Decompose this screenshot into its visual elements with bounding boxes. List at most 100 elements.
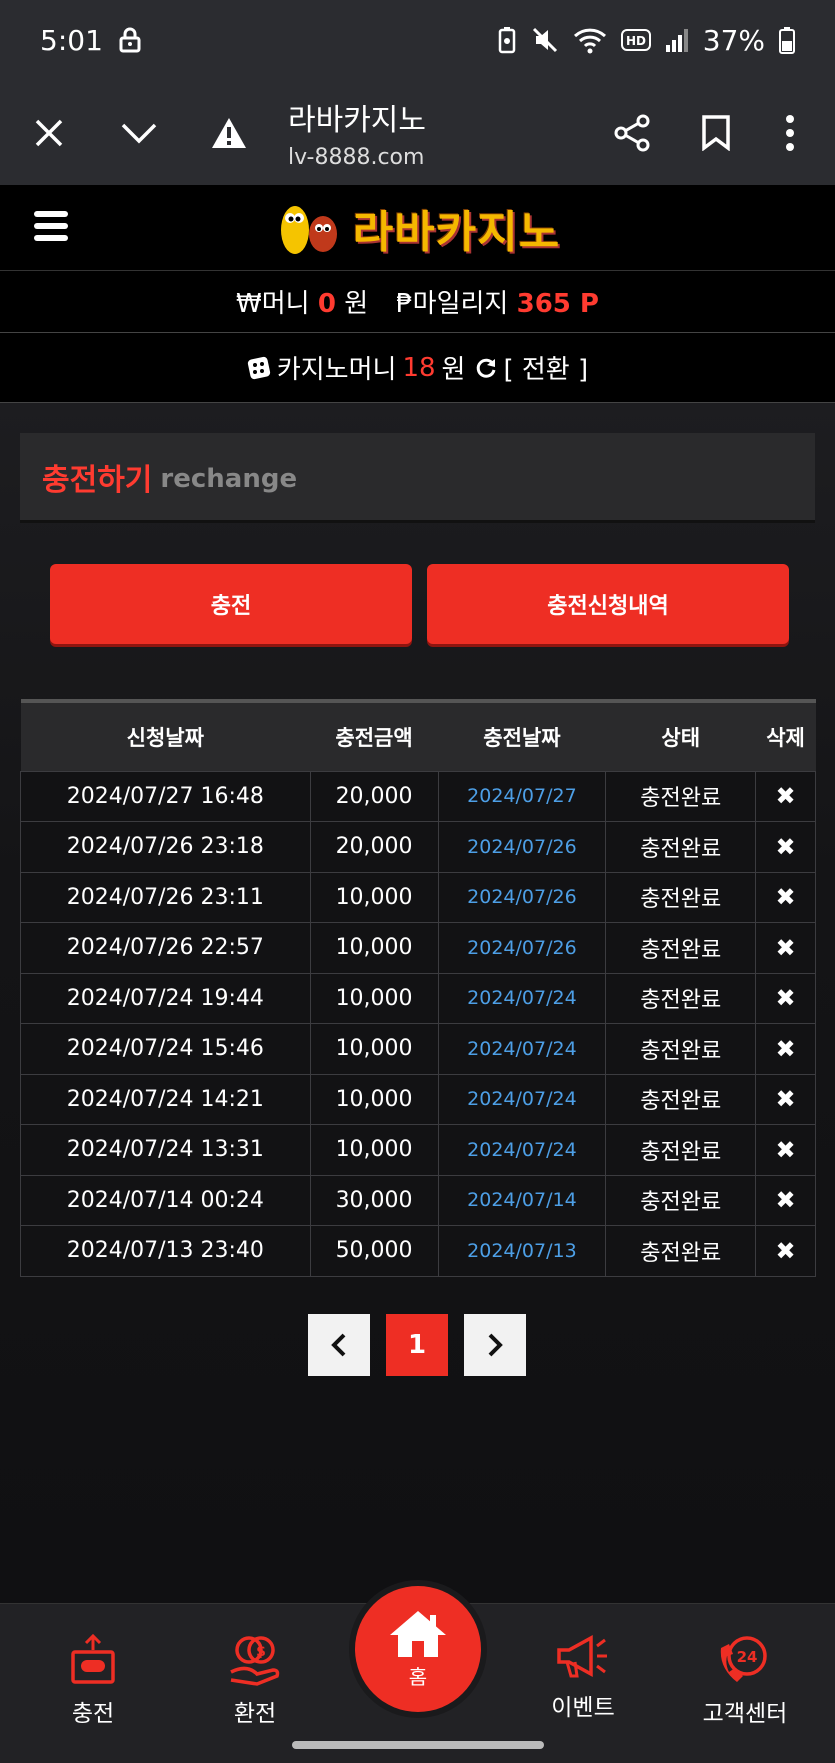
switch-button[interactable]: [ 전환 ]	[475, 349, 588, 386]
request-date-cell: 2024/07/14 00:24	[20, 1174, 311, 1226]
status-cell: 충전완료	[605, 1023, 757, 1075]
table-row: 2024/07/13 23:40 50,000 2024/07/13 충전완료 ✖	[20, 1225, 816, 1277]
delete-button[interactable]: ✖	[755, 1174, 816, 1226]
amount-cell: 20,000	[309, 821, 439, 873]
delete-button[interactable]: ✖	[755, 1023, 816, 1075]
table-row: 2024/07/26 23:18 20,000 2024/07/26 충전완료 ✖	[20, 821, 816, 873]
mileage-balance: ₱마일리지 365 P	[396, 283, 599, 320]
site-warning-button[interactable]	[194, 98, 264, 168]
balance-row: ₩머니 0 원 ₱마일리지 365 P	[0, 271, 835, 333]
charge-date-cell: 2024/07/24	[437, 1023, 607, 1075]
home-icon	[390, 1610, 446, 1657]
charge-date-cell: 2024/07/13	[437, 1225, 607, 1277]
delete-button[interactable]: ✖	[755, 821, 816, 873]
recharge-history-table: 신청날짜 충전금액 충전날짜 상태 삭제 2024/07/27 16:48 20,…	[20, 699, 816, 1277]
url-host: lv-8888.com	[288, 145, 425, 170]
nav-exchange-label: 환전	[233, 1701, 277, 1727]
money-label: ₩머니	[236, 289, 310, 319]
menu-icon[interactable]	[34, 211, 68, 241]
bottom-navigation: 충전 $ 환전 홈 이벤트 24 고객센터	[0, 1586, 835, 1763]
charge-date-cell: 2024/07/24	[437, 1073, 607, 1125]
delete-button[interactable]: ✖	[755, 871, 816, 923]
switch-label: [ 전환 ]	[503, 355, 589, 385]
casino-balance-row: 카지노머니 18 원 [ 전환 ]	[0, 333, 835, 403]
recharge-box-icon	[71, 1634, 115, 1684]
page-1-button[interactable]: 1	[386, 1314, 448, 1376]
status-bar: 5:01 HD 37%	[0, 0, 835, 80]
megaphone-icon	[557, 1635, 607, 1678]
svg-text:HD: HD	[626, 34, 646, 48]
site-header: 라바카지노	[0, 185, 835, 271]
status-cell: 충전완료	[605, 1225, 757, 1277]
status-cell: 충전완료	[605, 770, 757, 822]
status-cell: 충전완료	[605, 871, 757, 923]
mute-icon	[532, 27, 557, 53]
delete-button[interactable]: ✖	[755, 1073, 816, 1125]
amount-cell: 10,000	[309, 1124, 439, 1176]
svg-text:$: $	[256, 1644, 266, 1660]
chevron-right-icon	[488, 1333, 503, 1357]
recharge-button[interactable]: 충전	[50, 564, 412, 644]
status-cell: 충전완료	[605, 922, 757, 974]
delete-button[interactable]: ✖	[755, 770, 816, 822]
header-request-date: 신청날짜	[20, 699, 311, 771]
table-row: 2024/07/14 00:24 30,000 2024/07/14 충전완료 ✖	[20, 1174, 816, 1226]
more-menu-button[interactable]	[755, 98, 825, 168]
battery-saver-icon	[498, 27, 516, 54]
signal-icon	[665, 29, 688, 52]
next-page-button[interactable]	[464, 1314, 526, 1376]
header-status: 상태	[605, 699, 756, 771]
header-amount: 충전금액	[310, 699, 438, 771]
amount-cell: 20,000	[309, 770, 439, 822]
request-date-cell: 2024/07/27 16:48	[20, 770, 311, 822]
request-date-cell: 2024/07/26 23:18	[20, 821, 311, 873]
mileage-value: 365 P	[516, 289, 599, 319]
request-date-cell: 2024/07/24 15:46	[20, 1023, 311, 1075]
request-date-cell: 2024/07/24 19:44	[20, 972, 311, 1024]
nav-home-button[interactable]: 홈	[355, 1586, 481, 1712]
status-cell: 충전완료	[605, 821, 757, 873]
nav-home-label: 홈	[408, 1664, 428, 1689]
delete-button[interactable]: ✖	[755, 1124, 816, 1176]
amount-cell: 10,000	[309, 871, 439, 923]
battery-icon	[779, 27, 795, 54]
nav-exchange[interactable]: $ 환전	[190, 1634, 320, 1728]
status-cell: 충전완료	[605, 1124, 757, 1176]
status-time-group: 5:01	[40, 24, 141, 57]
url-block[interactable]: 라바카지노 lv-8888.com	[288, 95, 426, 170]
page-title: 라바카지노	[288, 103, 426, 138]
prev-page-button[interactable]	[308, 1314, 370, 1376]
dice-icon	[247, 356, 270, 379]
status-cell: 충전완료	[605, 1174, 757, 1226]
nav-support-label: 고객센터	[702, 1701, 788, 1727]
minimize-button[interactable]	[104, 98, 174, 168]
amount-cell: 10,000	[309, 1073, 439, 1125]
charge-date-cell: 2024/07/24	[437, 1124, 607, 1176]
more-icon	[786, 114, 794, 151]
warning-icon	[212, 117, 246, 148]
wifi-icon	[573, 28, 606, 54]
hd-icon: HD	[620, 29, 651, 51]
close-tab-button[interactable]	[14, 98, 84, 168]
nav-event[interactable]: 이벤트	[518, 1634, 648, 1722]
table-row: 2024/07/26 23:11 10,000 2024/07/26 충전완료 ✖	[20, 871, 816, 923]
amount-cell: 10,000	[309, 972, 439, 1024]
battery-percent: 37%	[702, 23, 765, 57]
table-row: 2024/07/24 14:21 10,000 2024/07/24 충전완료 ✖	[20, 1073, 816, 1125]
nav-support[interactable]: 24 고객센터	[680, 1634, 810, 1728]
table-header-row: 신청날짜 충전금액 충전날짜 상태 삭제	[20, 699, 816, 771]
share-icon	[614, 114, 650, 151]
share-button[interactable]	[597, 98, 667, 168]
section-title-ko: 충전하기	[42, 462, 153, 498]
money-value: 0	[317, 289, 336, 319]
bookmark-button[interactable]	[681, 98, 751, 168]
site-logo[interactable]: 라바카지노	[275, 196, 560, 260]
nav-recharge[interactable]: 충전	[28, 1634, 158, 1728]
delete-button[interactable]: ✖	[755, 1225, 816, 1277]
status-cell: 충전완료	[605, 1073, 757, 1125]
delete-button[interactable]: ✖	[755, 922, 816, 974]
main-content: 충전하기 rechange 충전 충전신청내역 신청날짜 충전금액 충전날짜 상…	[0, 403, 835, 1603]
browser-toolbar: 라바카지노 lv-8888.com	[0, 80, 835, 185]
delete-button[interactable]: ✖	[755, 972, 816, 1024]
recharge-history-button[interactable]: 충전신청내역	[427, 564, 789, 644]
